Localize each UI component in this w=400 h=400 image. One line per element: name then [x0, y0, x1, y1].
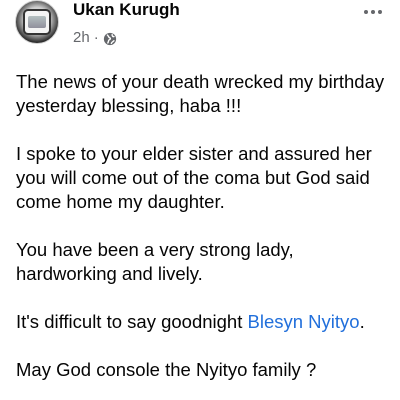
post-paragraph-truncated: May God console the Nyityo family ?	[16, 359, 317, 380]
avatar-picture	[28, 16, 46, 28]
globe-icon[interactable]	[103, 32, 117, 46]
meta-separator: ·	[93, 29, 99, 46]
post-paragraph: You have been a very strong lady, hardwo…	[16, 239, 294, 284]
mention-link[interactable]: Blesyn Nyityo	[248, 311, 360, 332]
post-body: The news of your death wrecked my birthd…	[16, 70, 391, 400]
paragraph-text: It's difficult to say goodnight	[16, 311, 248, 332]
author-avatar[interactable]	[15, 0, 59, 44]
post-paragraph: It's difficult to say goodnight Blesyn N…	[16, 310, 391, 334]
post-paragraph: I spoke to your elder sister and assured…	[16, 143, 372, 212]
more-options-icon[interactable]	[358, 2, 388, 22]
facebook-post: Ukan Kurugh 2h · The news of your death …	[0, 0, 400, 400]
paragraph-suffix: .	[359, 311, 365, 332]
post-meta: 2h ·	[73, 29, 117, 47]
author-name[interactable]: Ukan Kurugh	[73, 0, 180, 20]
post-paragraph: The news of your death wrecked my birthd…	[16, 71, 385, 116]
post-timestamp[interactable]: 2h	[73, 29, 90, 47]
